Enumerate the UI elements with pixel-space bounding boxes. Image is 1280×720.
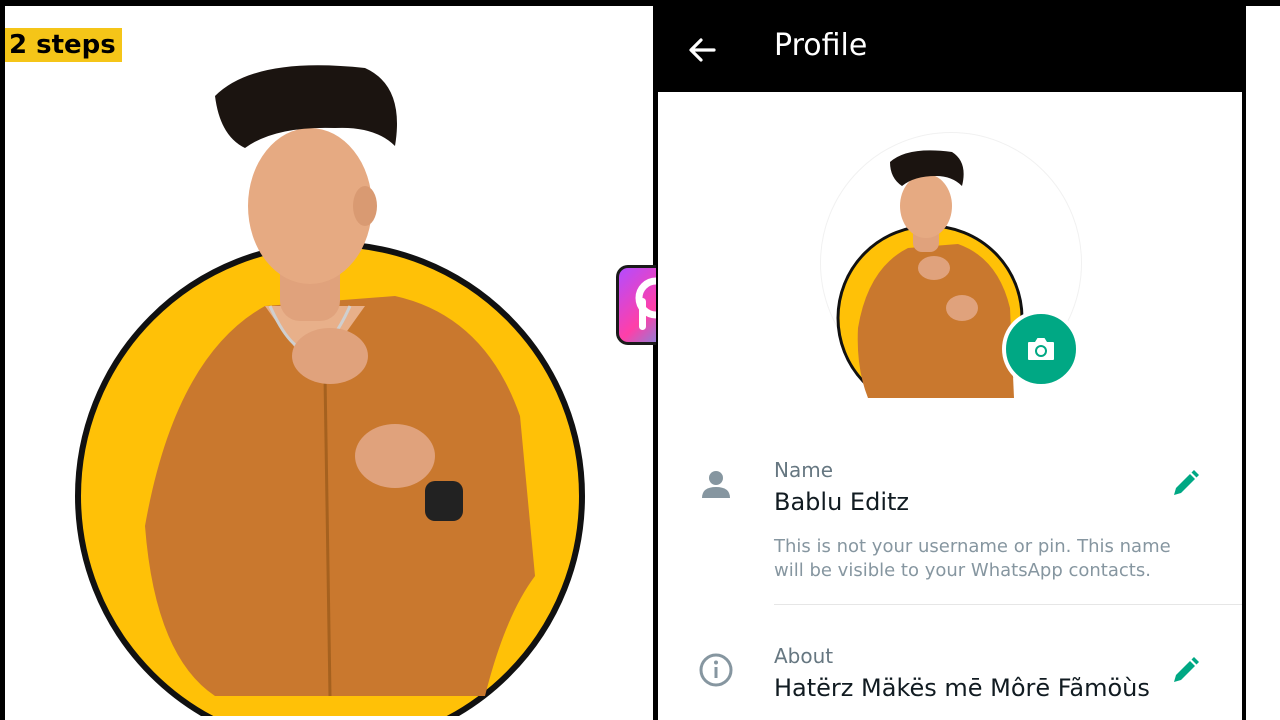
whatsapp-profile-screen: Profile Name Bablu Editz This is not you… — [656, 6, 1244, 720]
name-label: Name — [774, 458, 834, 482]
about-value[interactable]: Hatërz Mäkës mē Môrē Fãmöùs — [774, 674, 1150, 702]
page-title: Profile — [774, 28, 868, 63]
name-value[interactable]: Bablu Editz — [774, 488, 909, 516]
about-label: About — [774, 644, 834, 668]
thumbnail-panel: 2 steps — [5, 6, 653, 720]
info-icon — [699, 653, 733, 687]
pencil-icon[interactable] — [1168, 467, 1202, 501]
name-hint: This is not your username or pin. This n… — [774, 536, 1171, 581]
pencil-icon[interactable] — [1168, 654, 1202, 688]
camera-icon — [1028, 338, 1054, 360]
right-edge-panel — [1246, 6, 1280, 720]
change-photo-button[interactable] — [1002, 310, 1080, 388]
divider — [774, 604, 1242, 605]
profile-content: Name Bablu Editz This is not your userna… — [658, 92, 1242, 720]
person-icon — [702, 471, 730, 498]
app-bar: Profile — [656, 6, 1244, 92]
profile-photo-large — [75, 65, 585, 716]
arrow-back-icon[interactable] — [686, 34, 718, 66]
